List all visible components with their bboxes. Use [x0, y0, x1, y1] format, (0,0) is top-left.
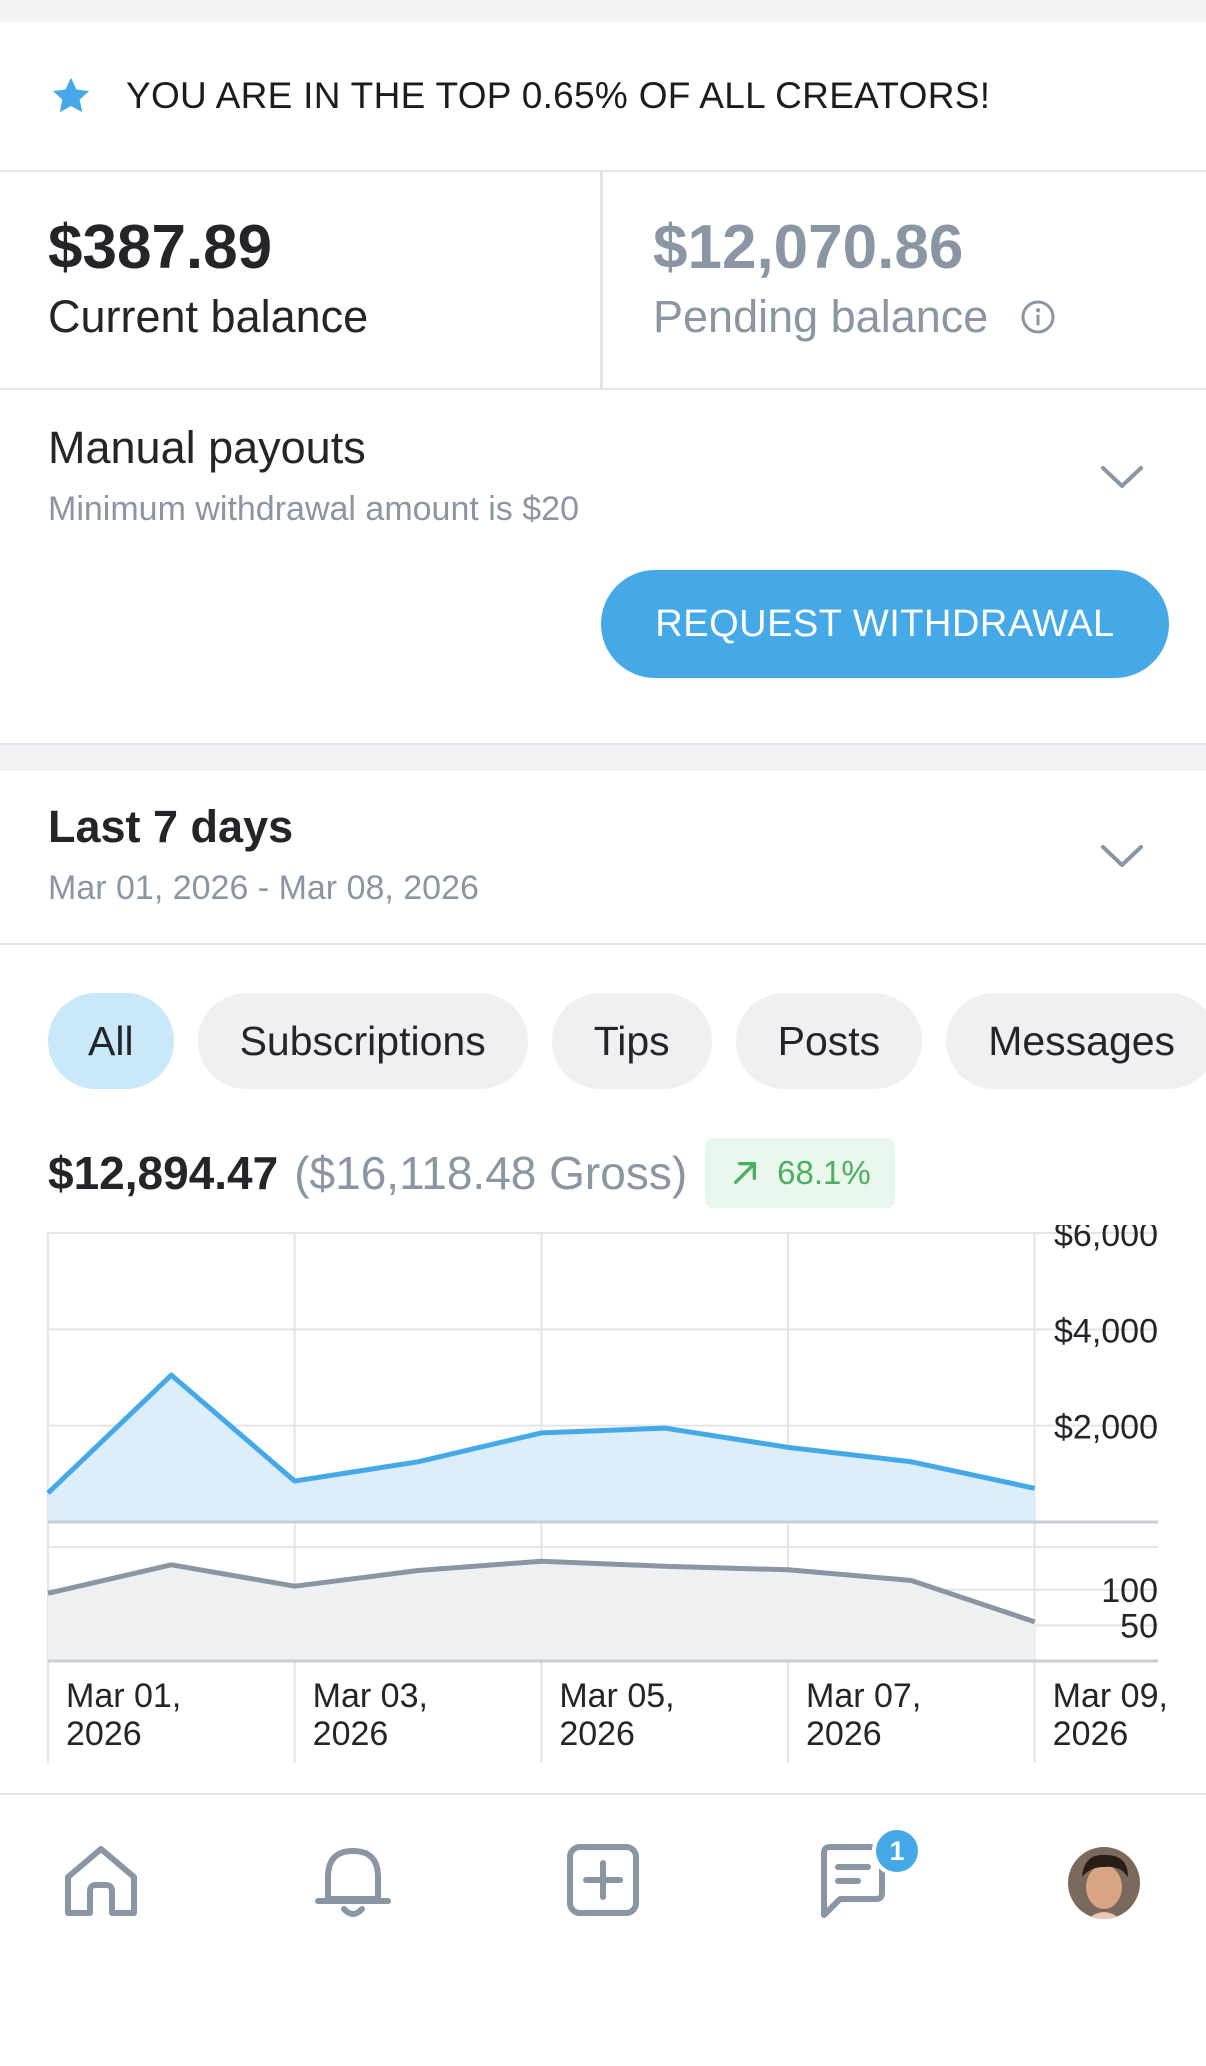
x-tick-label: Mar 05, [559, 1677, 674, 1715]
y-tick-label: 50 [1120, 1607, 1158, 1645]
current-balance: $387.89 Current balance [0, 172, 603, 388]
chevron-down-icon[interactable] [1099, 462, 1145, 492]
star-icon [52, 77, 90, 113]
period-title: Last 7 days [48, 801, 294, 852]
top-strip [0, 0, 1206, 22]
pending-balance-label: Pending balance [653, 291, 989, 343]
balances: $387.89 Current balance $12,070.86 Pendi… [0, 172, 1206, 390]
trend-badge: 68.1% [705, 1138, 895, 1208]
y-tick-label: $4,000 [1054, 1312, 1158, 1350]
messages-badge: 1 [872, 1826, 922, 1876]
section-divider [0, 745, 1206, 771]
x-tick-label: 2026 [1053, 1715, 1129, 1753]
pending-balance-label-row: Pending balance [653, 291, 1206, 343]
period-range: Mar 01, 2026 - Mar 08, 2026 [48, 869, 479, 907]
x-tick-label: 2026 [66, 1715, 142, 1753]
x-tick-label: Mar 09, [1053, 1677, 1168, 1715]
avatar[interactable] [1068, 1847, 1140, 1919]
filter-chips: All Subscriptions Tips Posts Messages [48, 993, 1206, 1089]
pending-balance-amount: $12,070.86 [653, 213, 964, 282]
arrow-up-right-icon [734, 1162, 757, 1184]
add-post-icon[interactable] [560, 1837, 646, 1923]
y-tick-label: $6,000 [1054, 1225, 1158, 1254]
chevron-down-icon[interactable] [1099, 841, 1145, 871]
banner-text: YOU ARE IN THE TOP 0.65% OF ALL CREATORS… [126, 75, 991, 116]
payouts-subtitle: Minimum withdrawal amount is $20 [48, 490, 579, 528]
chip-posts[interactable]: Posts [735, 993, 923, 1089]
home-icon[interactable] [58, 1837, 144, 1923]
x-tick-label: Mar 01, [66, 1677, 181, 1715]
request-withdrawal-button[interactable]: REQUEST WITHDRAWAL [601, 570, 1169, 678]
y-tick-label: 100 [1101, 1572, 1158, 1610]
x-tick-label: Mar 07, [806, 1677, 921, 1715]
trend-value: 68.1% [777, 1154, 871, 1191]
earnings-chart: $6,000$4,000$2,00010050Mar 01,2026Mar 03… [46, 1225, 1168, 1763]
current-balance-amount: $387.89 [48, 213, 273, 282]
earnings-summary: $12,894.47 ($16,118.48 Gross) 68.1% [48, 1138, 895, 1208]
y-tick-label: $2,000 [1054, 1409, 1158, 1447]
bottom-nav: 1 [0, 1793, 1206, 1963]
chip-subscriptions[interactable]: Subscriptions [197, 993, 528, 1089]
x-tick-label: 2026 [806, 1715, 882, 1753]
manual-payouts-section: Manual payouts Minimum withdrawal amount… [0, 390, 1206, 745]
current-balance-label: Current balance [48, 291, 369, 343]
top-creator-banner: YOU ARE IN THE TOP 0.65% OF ALL CREATORS… [0, 22, 1206, 172]
chip-all[interactable]: All [48, 993, 174, 1089]
x-tick-label: 2026 [313, 1715, 389, 1753]
bell-icon[interactable] [310, 1837, 396, 1923]
chip-tips[interactable]: Tips [551, 993, 712, 1089]
gross-earnings: ($16,118.48 Gross) [294, 1147, 688, 1199]
x-tick-label: 2026 [559, 1715, 635, 1753]
payouts-title: Manual payouts [48, 422, 366, 473]
x-tick-label: Mar 03, [313, 1677, 428, 1715]
net-earnings: $12,894.47 [48, 1147, 279, 1199]
period-selector[interactable]: Last 7 days Mar 01, 2026 - Mar 08, 2026 [0, 771, 1206, 945]
chip-messages[interactable]: Messages [946, 993, 1206, 1089]
pending-balance: $12,070.86 Pending balance [603, 172, 1206, 388]
info-icon[interactable] [1020, 299, 1056, 335]
